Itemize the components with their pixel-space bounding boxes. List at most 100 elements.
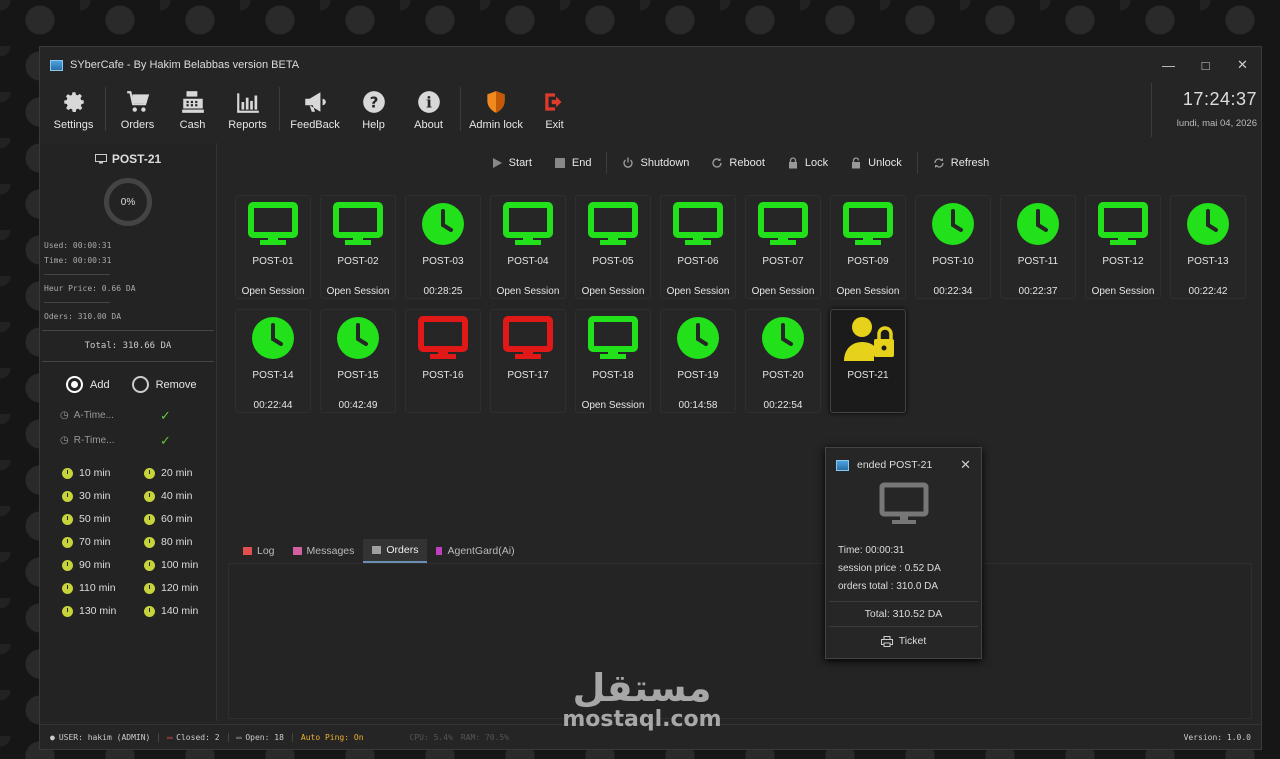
title-bar: SYberCafe - By Hakim Belabbas version BE… [40,47,1261,83]
post-tile-post-13[interactable]: POST-13 00:22:42 [1170,195,1246,299]
post-tile-post-06[interactable]: POST-06 Open Session [660,195,736,299]
clock-icon [337,317,379,359]
info-icon: i [417,91,440,113]
post-tile-post-14[interactable]: POST-14 00:22:44 [235,309,311,413]
toolbar-cash-button[interactable]: Cash [165,83,220,131]
post-status: Open Session [581,286,645,297]
post-name: POST-07 [762,256,804,267]
status-auto-ping: Auto Ping: On [300,733,364,742]
post-tile-post-12[interactable]: POST-12 Open Session [1085,195,1161,299]
tab-orders[interactable]: Orders [363,539,428,563]
window-title: SYberCafe - By Hakim Belabbas version BE… [70,59,300,71]
toolbar-about-button[interactable]: i About [401,83,456,131]
preset-20-min[interactable]: 20 min [144,467,226,479]
toolbar-feedback-button[interactable]: FeedBack [284,83,346,131]
preset-10-min[interactable]: 10 min [62,467,144,479]
post-tile-post-04[interactable]: POST-04 Open Session [490,195,566,299]
watermark-arabic: مستقل [572,666,712,710]
session-sidebar: POST-21 0% Used: 00:00:31 Time: 00:00:31… [40,143,217,721]
clock-icon [932,203,974,245]
clock-icon [144,559,155,571]
preset-90-min[interactable]: 90 min [62,559,144,571]
status-cpu: CPU: 5.4% [409,733,453,742]
post-tile-post-11[interactable]: POST-11 00:22:37 [1000,195,1076,299]
remove-radio[interactable]: Remove [131,376,197,393]
preset-80-min[interactable]: 80 min [144,536,226,548]
post-name: POST-02 [337,256,379,267]
post-name: POST-01 [252,256,294,267]
post-tile-post-20[interactable]: POST-20 00:22:54 [745,309,821,413]
status-open: ▭ Open: 18 [237,733,293,742]
post-tile-post-07[interactable]: POST-07 Open Session [745,195,821,299]
popup-title: ended POST-21 [857,459,933,471]
refresh-button[interactable]: Refresh [922,157,1001,169]
preset-70-min[interactable]: 70 min [62,536,144,548]
preset-130-min[interactable]: 130 min [62,605,144,617]
post-tile-post-02[interactable]: POST-02 Open Session [320,195,396,299]
preset-30-min[interactable]: 30 min [62,490,144,502]
close-button[interactable]: ✕ [1224,50,1261,80]
post-tile-post-03[interactable]: POST-03 00:28:25 [405,195,481,299]
post-name: POST-20 [762,370,804,381]
preset-110-min[interactable]: 110 min [62,582,144,594]
post-tile-post-01[interactable]: POST-01 Open Session [235,195,311,299]
tab-messages[interactable]: Messages [284,539,364,563]
post-tile-post-19[interactable]: POST-19 00:14:58 [660,309,736,413]
toolbar-reports-button[interactable]: Reports [220,83,275,131]
post-tile-post-10[interactable]: POST-10 00:22:34 [915,195,991,299]
maximize-button[interactable]: □ [1187,50,1224,80]
cart-icon [126,91,149,112]
preset-50-min[interactable]: 50 min [62,513,144,525]
monitor-icon [879,482,928,524]
a-time-row[interactable]: ◷ A-Time... ✓ [60,403,216,428]
toolbar-help-button[interactable]: ? Help [346,83,401,131]
tab-log[interactable]: Log [234,539,284,563]
post-status: Open Session [241,286,305,297]
popup-total: Total: 310.52 DA [864,608,943,620]
tab-agentgard[interactable]: AgentGard(Ai) [427,539,523,563]
popup-close-button[interactable]: ✕ [960,457,971,473]
ticket-button[interactable]: Ticket [826,627,981,655]
toolbar-label: Settings [53,119,94,131]
post-tile-post-15[interactable]: POST-15 00:42:49 [320,309,396,413]
lock-button[interactable]: Lock [776,157,839,169]
check-icon: ✓ [160,407,171,423]
add-radio[interactable]: Add [66,376,110,393]
post-tile-post-21[interactable]: POST-21 [830,309,906,413]
status-ram: RAM: 70.5% [460,733,510,742]
reboot-button[interactable]: Reboot [700,157,775,169]
r-time-row[interactable]: ◷ R-Time... ✓ [60,428,216,453]
post-name: POST-17 [507,370,549,381]
toolbar-admin-lock-button[interactable]: Admin lock [465,83,527,131]
clock-icon [422,203,464,245]
clock-icon [62,536,73,548]
toolbar-settings-button[interactable]: Settings [46,83,101,131]
post-tile-post-09[interactable]: POST-09 Open Session [830,195,906,299]
post-tile-post-17[interactable]: POST-17 [490,309,566,413]
clock-icon [677,317,719,359]
monitor-icon [1098,202,1148,245]
preset-120-min[interactable]: 120 min [144,582,226,594]
unlock-button[interactable]: Unlock [839,157,913,169]
user-lock-icon [844,317,894,361]
toolbar-exit-button[interactable]: Exit [527,83,582,131]
end-button[interactable]: End [543,157,603,169]
post-name: POST-05 [592,256,634,267]
clock-icon [144,490,155,502]
post-tile-post-16[interactable]: POST-16 [405,309,481,413]
monitor-icon: ▭ [236,733,242,742]
start-button[interactable]: Start [480,157,543,169]
clock-panel: 17:24:37 lundi, mai 04, 2026 [1151,83,1261,137]
shutdown-button[interactable]: Shutdown [611,157,700,169]
preset-100-min[interactable]: 100 min [144,559,226,571]
post-tile-post-18[interactable]: POST-18 Open Session [575,309,651,413]
post-status: 00:14:58 [678,400,718,411]
toolbar-orders-button[interactable]: Orders [110,83,165,131]
preset-60-min[interactable]: 60 min [144,513,226,525]
preset-40-min[interactable]: 40 min [144,490,226,502]
minimize-button[interactable]: — [1150,50,1187,80]
bottom-tabs: Log Messages Orders AgentGard(Ai) [234,539,524,563]
preset-140-min[interactable]: 140 min [144,605,226,617]
post-status: Open Session [666,286,730,297]
post-tile-post-05[interactable]: POST-05 Open Session [575,195,651,299]
